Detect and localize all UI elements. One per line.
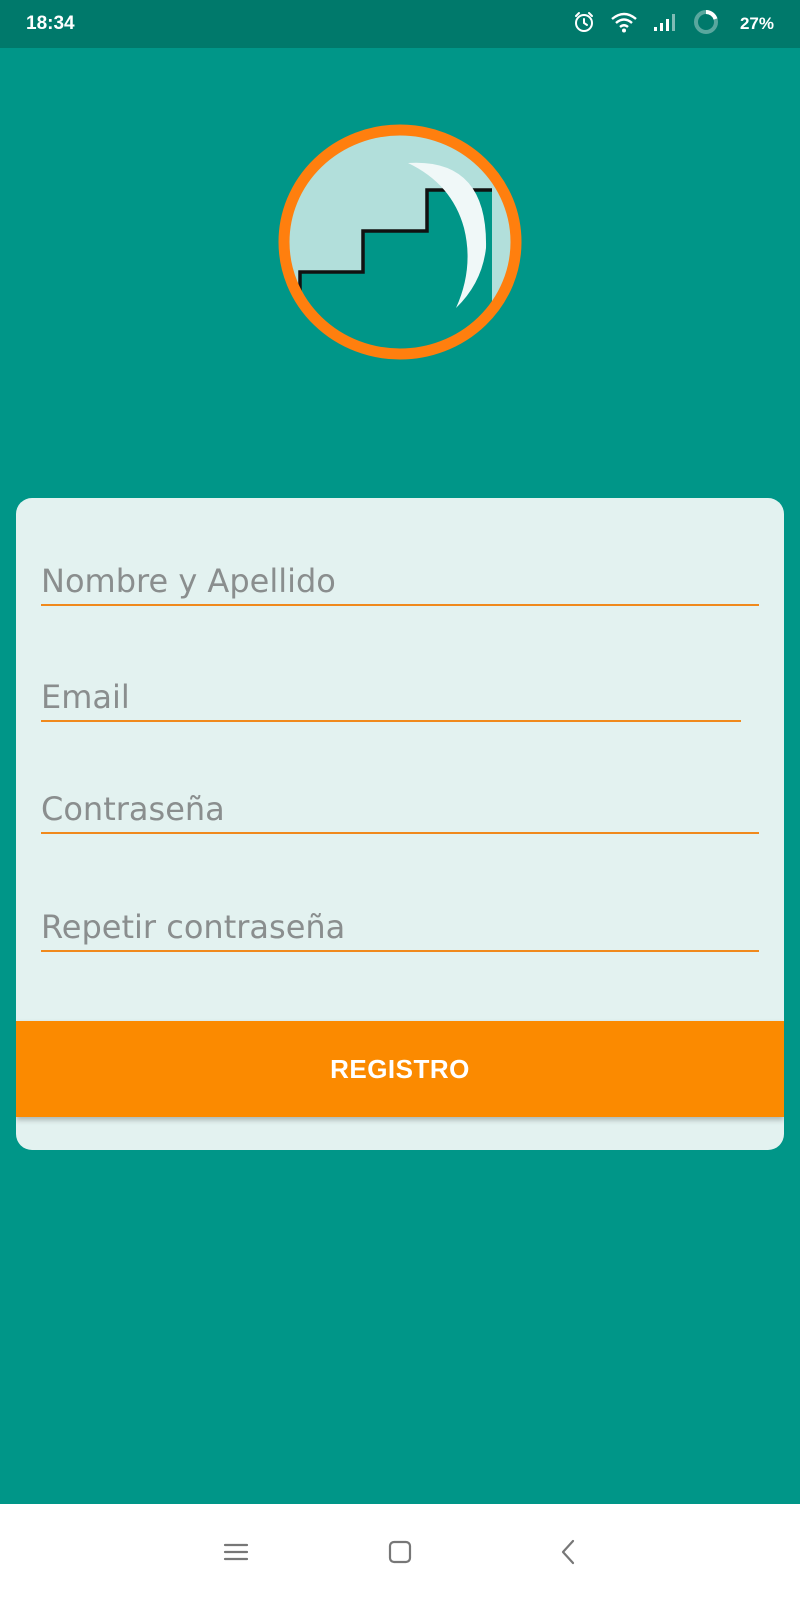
- battery-percent: 27%: [739, 14, 774, 33]
- name-input[interactable]: [41, 562, 759, 600]
- app-logo: [270, 118, 530, 366]
- password-input[interactable]: [41, 790, 759, 828]
- email-input[interactable]: [41, 678, 741, 716]
- signal-icon: [652, 11, 678, 37]
- wifi-icon: [610, 10, 638, 38]
- repeat-password-field: [41, 894, 759, 952]
- alarm-icon: [572, 10, 596, 38]
- status-time: 18:34: [26, 13, 75, 34]
- back-icon[interactable]: [548, 1532, 588, 1572]
- home-icon[interactable]: [380, 1532, 420, 1572]
- name-field: [41, 548, 759, 606]
- repeat-password-input[interactable]: [41, 908, 759, 946]
- battery-ring-icon: [692, 8, 720, 40]
- status-bar: 18:34 27%: [0, 0, 800, 48]
- password-field: [41, 776, 759, 834]
- menu-icon[interactable]: [216, 1532, 256, 1572]
- email-field: [41, 664, 741, 722]
- stairs-moon-logo: [278, 124, 522, 360]
- register-button[interactable]: REGISTRO: [16, 1021, 784, 1117]
- register-card: REGISTRO: [16, 498, 784, 1150]
- status-icons: 27%: [572, 8, 774, 40]
- register-screen: 18:34 27% Nombre y Apellido Email REGIST…: [0, 0, 800, 1600]
- navigation-bar: [0, 1504, 800, 1600]
